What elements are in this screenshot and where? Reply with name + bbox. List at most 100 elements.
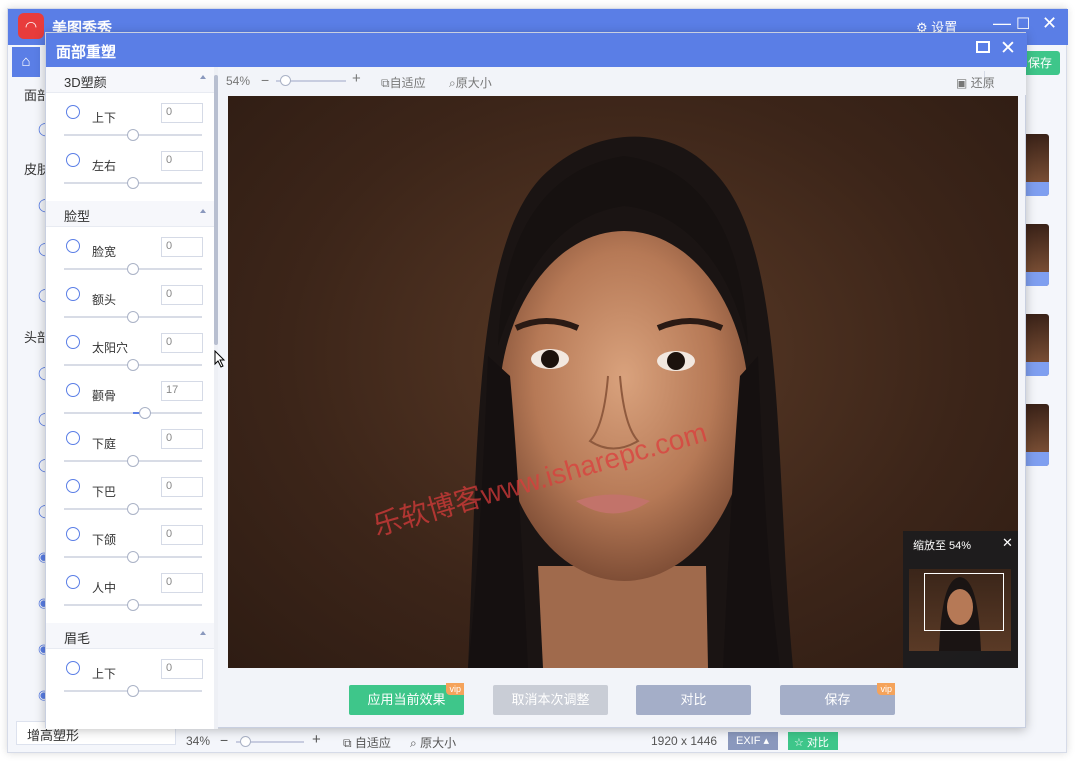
face-region-icon	[66, 575, 80, 589]
close-button[interactable]: ✕	[1042, 13, 1057, 34]
adjust-slider-knob[interactable]	[127, 455, 139, 467]
cancel-adjust-button[interactable]: 取消本次调整	[493, 685, 608, 715]
portrait-image	[468, 136, 793, 668]
minimize-button[interactable]: —	[993, 13, 1011, 34]
adjust-row: 额头 0	[46, 281, 214, 329]
zoom-in-icon[interactable]: +	[352, 70, 361, 87]
zoom-slider-knob[interactable]	[280, 75, 291, 86]
adjust-slider-knob[interactable]	[127, 263, 139, 275]
adjust-slider-knob[interactable]	[127, 685, 139, 697]
exif-button[interactable]: EXIF ▴	[728, 732, 778, 750]
adjust-slider-knob[interactable]	[127, 359, 139, 371]
adjust-value-input[interactable]: 0	[161, 285, 203, 305]
bg-original-button[interactable]: ⌕ 原大小	[410, 734, 456, 751]
restore-button[interactable]: ▣ 还原	[956, 74, 995, 91]
face-region-icon	[66, 479, 80, 493]
maximize-button[interactable]: ☐	[1016, 14, 1030, 34]
adjust-slider-knob[interactable]	[127, 551, 139, 563]
app-logo-icon: ◠	[18, 13, 44, 39]
navigator-panel: 缩放至 54% ✕	[903, 531, 1018, 668]
original-size-label: 原大小	[455, 76, 492, 90]
adjust-value-input[interactable]: 0	[161, 333, 203, 353]
photo-canvas[interactable]: 乐软博客www.isharepc.com 缩放至 54% ✕	[228, 96, 1018, 668]
adjust-label: 下庭	[92, 437, 117, 451]
zoom-value: 54%	[226, 74, 251, 88]
adjust-value-input[interactable]: 0	[161, 237, 203, 257]
adjust-row: 颧骨 17	[46, 377, 214, 425]
apply-label: 应用当前效果	[367, 692, 446, 707]
adjust-row: 下巴 0	[46, 473, 214, 521]
adjust-label: 脸宽	[92, 245, 117, 259]
bg-zoom-knob[interactable]	[240, 736, 251, 747]
main-statusbar: 34% − + ⧉ 自适应 ⌕ 原大小 1920 x 1446 EXIF ▴ ☆…	[178, 731, 898, 753]
adjust-value-input[interactable]: 0	[161, 573, 203, 593]
face-region-icon	[66, 661, 80, 675]
adjust-slider-knob[interactable]	[127, 503, 139, 515]
panel-scrollbar-thumb[interactable]	[214, 75, 218, 345]
template-thumbnail[interactable]	[1023, 224, 1049, 286]
adjust-slider-knob[interactable]	[138, 407, 151, 419]
navigator-viewport-rect[interactable]	[924, 573, 1004, 631]
adjust-label: 颧骨	[92, 389, 117, 403]
image-toolbar: 54% − + ⧉自适应 ⌕原大小 ▣ 还原	[218, 67, 1026, 95]
adjust-label: 人中	[92, 581, 117, 595]
bg-fit-button[interactable]: ⧉ 自适应	[343, 734, 391, 751]
face-region-icon	[66, 239, 80, 253]
adjust-value-input[interactable]: 0	[161, 525, 203, 545]
dialog-maximize-button[interactable]	[976, 41, 990, 53]
section-header[interactable]: 眉毛	[46, 623, 214, 649]
bg-fit-label: 自适应	[354, 736, 391, 750]
template-thumbnail[interactable]	[1023, 314, 1049, 376]
adjust-value-input[interactable]: 17	[161, 381, 203, 401]
fit-button[interactable]: ⧉自适应	[381, 74, 426, 91]
adjust-label: 下颌	[92, 533, 117, 547]
section-title: 脸型	[64, 209, 91, 224]
adjust-value-input[interactable]: 0	[161, 103, 203, 123]
face-region-icon	[66, 153, 80, 167]
zoom-out-icon[interactable]: −	[220, 732, 228, 748]
adjust-label: 上下	[92, 111, 117, 125]
section-title: 眉毛	[64, 631, 91, 646]
template-thumbnail[interactable]	[1023, 134, 1049, 196]
image-dimensions: 1920 x 1446	[651, 734, 718, 748]
adjust-slider-knob[interactable]	[127, 311, 139, 323]
section-title: 3D塑颜	[64, 75, 107, 90]
adjust-slider-knob[interactable]	[127, 599, 139, 611]
section-header[interactable]: 脸型	[46, 201, 214, 227]
adjust-value-input[interactable]: 0	[161, 659, 203, 679]
mouse-cursor-icon	[214, 350, 226, 368]
dialog-titlebar	[46, 33, 1027, 67]
adjust-value-input[interactable]: 0	[161, 151, 203, 171]
home-tab[interactable]: ⌂	[12, 47, 40, 77]
adjust-row: 太阳穴 0	[46, 329, 214, 377]
bg-compare-button[interactable]: ☆ 对比	[788, 732, 838, 750]
zoom-out-icon[interactable]: −	[261, 72, 269, 88]
navigator-thumbnail[interactable]	[909, 569, 1011, 651]
collapse-caret-icon[interactable]	[200, 209, 206, 213]
home-icon: ⌂	[21, 53, 31, 70]
collapse-caret-icon[interactable]	[200, 75, 206, 79]
adjustment-panel: 3D塑颜 上下 0 左右 0 脸型 脸宽 0 额头 0 太阳穴 0 颧骨 17 下庭 0 下巴 0 下颌 0 人中 0 眉毛…	[46, 67, 218, 729]
zoom-in-icon[interactable]: +	[312, 731, 321, 748]
section-header[interactable]: 3D塑颜	[46, 67, 214, 93]
adjust-slider-knob[interactable]	[127, 177, 139, 189]
exif-label: EXIF	[736, 735, 761, 747]
adjust-label: 额头	[92, 293, 117, 307]
fit-label: 自适应	[389, 76, 426, 90]
adjust-value-input[interactable]: 0	[161, 429, 203, 449]
adjust-value-input[interactable]: 0	[161, 477, 203, 497]
compare-button[interactable]: 对比	[636, 685, 751, 715]
apply-effect-button[interactable]: 应用当前效果 vip	[349, 683, 464, 715]
adjust-slider-knob[interactable]	[127, 129, 139, 141]
face-region-icon	[66, 431, 80, 445]
face-region-icon	[66, 287, 80, 301]
collapse-caret-icon[interactable]	[200, 631, 206, 635]
dialog-close-button[interactable]: ✕	[1000, 37, 1016, 60]
magnifier-icon: ⌕	[410, 736, 417, 750]
template-thumbnail[interactable]	[1023, 404, 1049, 466]
adjust-label: 下巴	[92, 485, 117, 499]
save-button[interactable]: 保存 vip	[780, 683, 895, 715]
navigator-close-icon[interactable]: ✕	[1002, 535, 1013, 551]
original-size-button[interactable]: ⌕原大小	[449, 74, 492, 91]
adjust-label: 上下	[92, 667, 117, 681]
